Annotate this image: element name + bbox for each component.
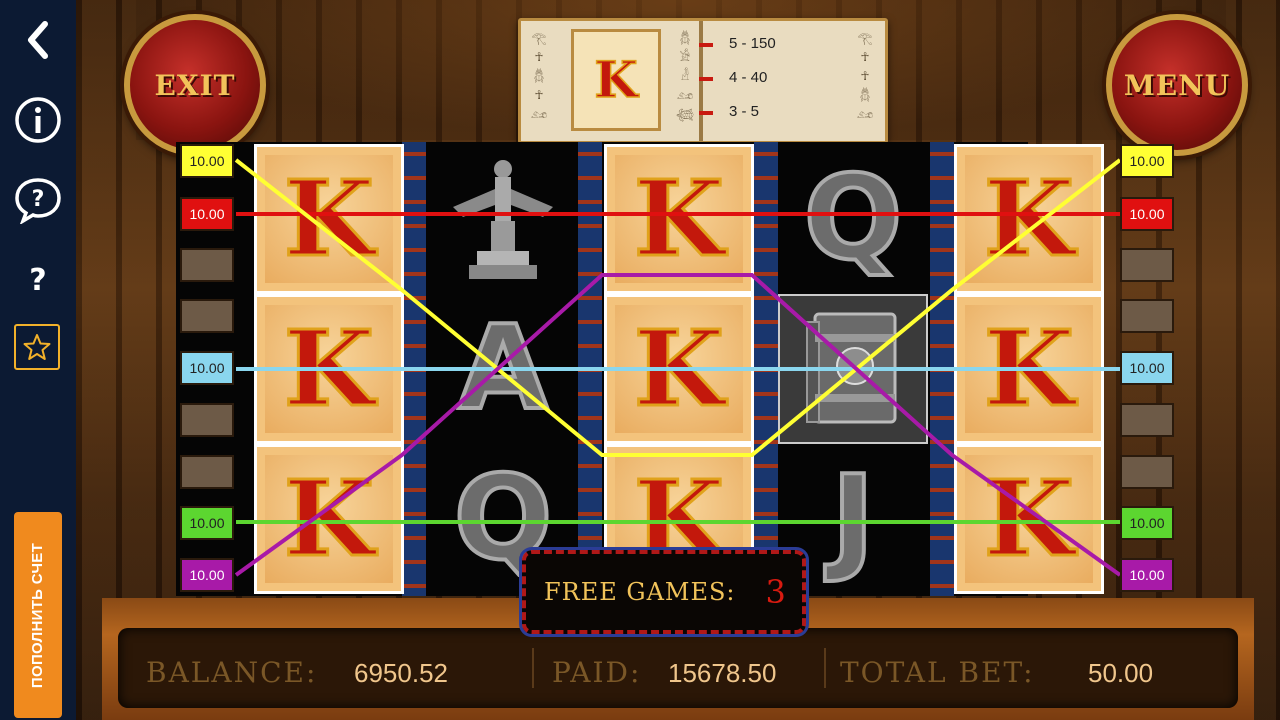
reel-separator	[578, 142, 602, 596]
hieroglyph-column-left: 𓂀 ☥ 𓆣 ☥ 𓃭	[530, 31, 548, 121]
k-symbol: K	[282, 157, 375, 280]
reel-cell	[778, 294, 928, 444]
pay-marker-3	[699, 111, 713, 115]
pay-marker-5	[699, 43, 713, 47]
reel-separator	[930, 142, 954, 596]
pay-row-3: 3 - 5	[729, 103, 760, 120]
a-symbol: A	[456, 301, 550, 436]
k-symbol: K	[282, 307, 375, 430]
topup-button[interactable]: ПОПОЛНИТЬ СЧЕТ	[14, 512, 62, 718]
reel-cell: K	[954, 144, 1104, 294]
line-tab-inactive[interactable]	[1120, 299, 1174, 333]
line-bet-tab[interactable]: 10.00	[1120, 558, 1174, 592]
pay-row-5: 5 - 150	[729, 35, 776, 52]
balance-value: 6950.52	[354, 658, 448, 688]
exit-button[interactable]: EXIT	[124, 14, 266, 156]
line-bet-tab[interactable]: 10.00	[180, 197, 234, 231]
line-bet-tab[interactable]: 10.00	[1120, 351, 1174, 385]
hieroglyph-column-center: 𓆣𓀀𓁐𓃭𓆉	[676, 31, 694, 121]
reel-area: KKQKKAKKKQKJK	[176, 142, 1104, 596]
free-games-label: FREE GAMES:	[544, 578, 736, 606]
line-tab-inactive[interactable]	[180, 455, 234, 489]
k-symbol: K	[982, 157, 1075, 280]
q-symbol: Q	[802, 151, 905, 286]
k-symbol-card: K	[265, 455, 393, 583]
j-symbol: J	[829, 451, 876, 586]
reel-cell	[428, 144, 578, 294]
total-bet-label: TOTAL BET:	[840, 656, 1035, 689]
line-bet-tab[interactable]: 10.00	[180, 506, 234, 540]
k-symbol-card: K	[965, 455, 1093, 583]
paid-label: PAID:	[552, 656, 642, 689]
line-tab-inactive[interactable]	[1120, 403, 1174, 437]
k-symbol-card: K	[965, 305, 1093, 433]
reel-cell: K	[254, 144, 404, 294]
line-bet-tab[interactable]: 10.00	[180, 558, 234, 592]
balance-label: BALANCE:	[146, 656, 318, 689]
reel-cell: A	[428, 294, 578, 444]
status-divider	[824, 648, 826, 688]
free-games-count: 3	[765, 573, 786, 611]
info-button[interactable]	[12, 96, 64, 144]
status-panel: BALANCE: 6950.52 PAID: 15678.50 TOTAL BE…	[118, 628, 1238, 708]
book-icon	[806, 312, 897, 424]
pay-row-4: 4 - 40	[729, 69, 768, 86]
k-symbol-card: K	[265, 155, 393, 283]
question-bubble-icon: ?	[15, 178, 61, 224]
reel-cell: K	[254, 294, 404, 444]
line-bet-tab[interactable]: 10.00	[180, 351, 234, 385]
line-bet-tab[interactable]: 10.00	[1120, 506, 1174, 540]
k-symbol-card: K	[965, 155, 1093, 283]
menu-label: MENU	[1123, 68, 1231, 102]
paytable-book: 𓂀 ☥ 𓆣 ☥ 𓃭 𓂀 ☥ ☥ 𓆣 𓃭 𓆣𓀀𓁐𓃭𓆉 K 5 - 150 4 - 40 3 - 5	[518, 18, 888, 144]
reel-cell: K	[604, 144, 754, 294]
k-symbol-card: K	[615, 155, 743, 283]
topup-label: ПОПОЛНИТЬ СЧЕТ	[29, 542, 47, 688]
star-icon	[23, 334, 51, 360]
total-bet-value: 50.00	[1088, 658, 1154, 688]
line-tab-inactive[interactable]	[180, 299, 234, 333]
k-symbol-card: K	[615, 305, 743, 433]
line-bet-tab[interactable]: 10.00	[1120, 197, 1174, 231]
question-button[interactable]: ?	[12, 256, 64, 304]
free-games-box: FREE GAMES: 3	[519, 547, 809, 637]
reel-separator	[402, 142, 426, 596]
k-symbol: K	[282, 457, 375, 580]
exit-label: EXIT	[154, 68, 236, 102]
line-tab-inactive[interactable]	[1120, 248, 1174, 282]
menu-button[interactable]: MENU	[1106, 14, 1248, 156]
k-symbol: K	[632, 157, 725, 280]
pay-marker-4	[699, 77, 713, 81]
line-bet-tab[interactable]: 10.00	[1120, 144, 1174, 178]
line-tab-inactive[interactable]	[180, 248, 234, 282]
k-symbol: K	[982, 307, 1075, 430]
statue-icon	[453, 160, 553, 279]
reel-separator	[754, 142, 778, 596]
book-spine	[699, 21, 703, 141]
reel-cell: K	[604, 294, 754, 444]
info-icon	[15, 97, 61, 143]
k-symbol: K	[982, 457, 1075, 580]
line-bet-tab[interactable]: 10.00	[180, 144, 234, 178]
chevron-left-icon	[28, 21, 48, 59]
favorite-button[interactable]	[14, 324, 60, 370]
k-symbol: K	[632, 307, 725, 430]
paid-value: 15678.50	[668, 658, 777, 688]
reel-cell: K	[954, 294, 1104, 444]
paytable-symbol-letter: K	[594, 50, 639, 109]
paytable-symbol: K	[571, 29, 661, 131]
line-tab-inactive[interactable]	[180, 403, 234, 437]
sidebar: ? ? ПОПОЛНИТЬ СЧЕТ	[0, 0, 76, 720]
reel-cell: K	[954, 444, 1104, 594]
back-button[interactable]	[12, 16, 64, 64]
help-button[interactable]: ?	[12, 176, 64, 224]
svg-text:?: ?	[32, 187, 45, 212]
k-symbol-card: K	[265, 305, 393, 433]
reel-cell: K	[254, 444, 404, 594]
hieroglyph-column-right: 𓂀 ☥ ☥ 𓆣 𓃭	[856, 31, 874, 121]
reel-cell: Q	[778, 144, 928, 294]
line-tab-inactive[interactable]	[1120, 455, 1174, 489]
status-divider	[532, 648, 534, 688]
